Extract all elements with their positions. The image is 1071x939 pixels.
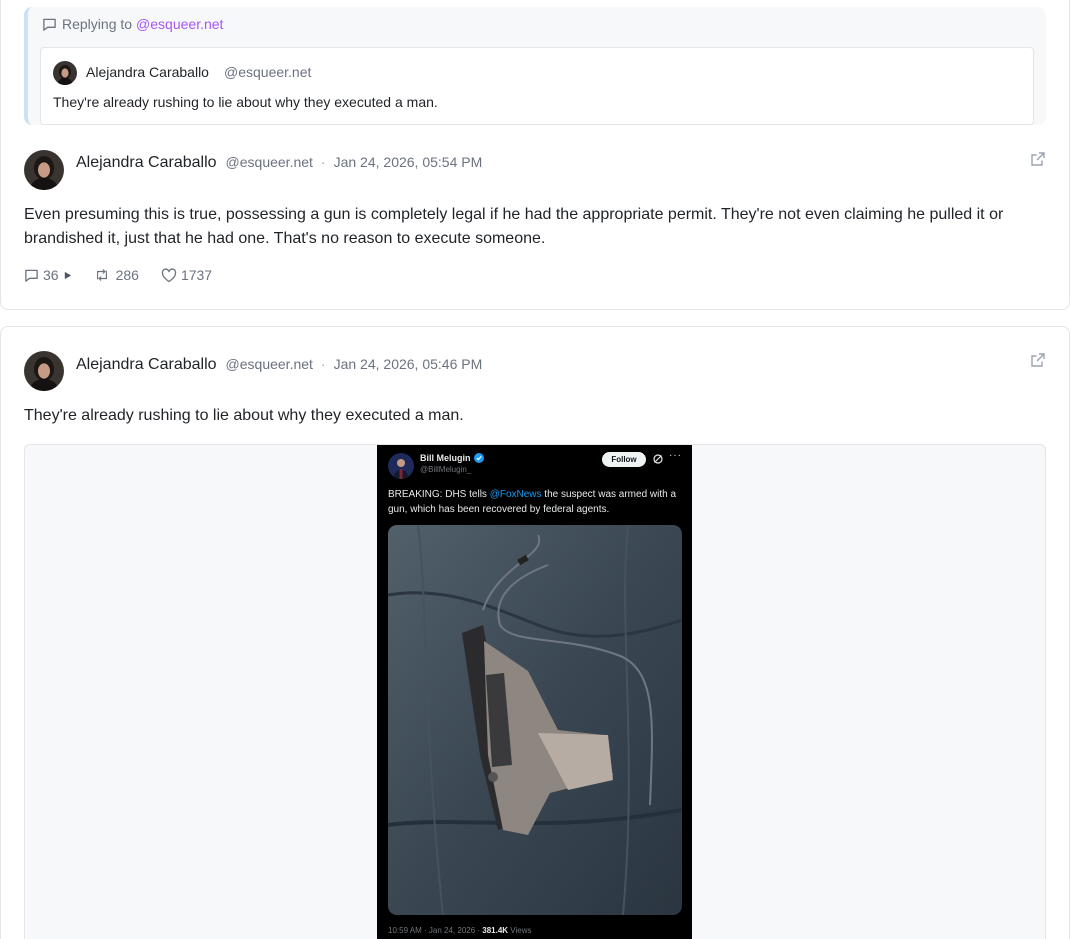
embed-follow-button: Follow (602, 452, 646, 467)
external-link-icon[interactable] (1030, 151, 1046, 167)
avatar[interactable] (24, 150, 64, 190)
reply-button[interactable]: 36 (24, 267, 72, 283)
quoted-author-name[interactable]: Alejandra Caraballo (86, 64, 209, 80)
avatar[interactable] (53, 61, 77, 85)
more-icon: ··· (669, 450, 682, 461)
reply-context: Replying to @esqueer.net Alejandra Carab… (24, 7, 1046, 125)
meta-separator: · (320, 154, 326, 170)
embed-tweet-text: BREAKING: DHS tells @FoxNews the suspect… (388, 489, 677, 515)
embed-author-handle: @BillMelugin_ (420, 465, 472, 474)
quoted-post[interactable]: Alejandra Caraballo @esqueer.net They're… (40, 47, 1034, 125)
embed-tweet-footer: 10:59 AM · Jan 24, 2026 · 381.4K Views (388, 926, 532, 935)
replying-to-line: Replying to @esqueer.net (42, 16, 223, 32)
post-card-reply: Replying to @esqueer.net Alejandra Carab… (0, 0, 1070, 310)
post-timestamp[interactable]: Jan 24, 2026, 05:46 PM (334, 356, 483, 372)
post-text: Even presuming this is true, possessing … (24, 206, 1004, 247)
post-card: Alejandra Caraballo @esqueer.net · Jan 2… (0, 326, 1070, 939)
post-media[interactable]: Bill Melugin @BillMelugin_ Follow ··· BR… (24, 444, 1046, 939)
post-meta: Alejandra Caraballo @esqueer.net · Jan 2… (76, 356, 482, 374)
grok-icon (653, 454, 663, 464)
embed-photo-handgun (388, 525, 682, 915)
author-handle[interactable]: @esqueer.net (226, 154, 313, 170)
meta-separator: · (320, 356, 326, 372)
embedded-tweet-screenshot: Bill Melugin @BillMelugin_ Follow ··· BR… (377, 445, 692, 939)
post-timestamp[interactable]: Jan 24, 2026, 05:54 PM (334, 154, 483, 170)
post-meta: Alejandra Caraballo @esqueer.net · Jan 2… (76, 154, 482, 172)
post-actions: 36 286 1737 (24, 267, 234, 283)
embed-author-name: Bill Melugin (420, 453, 484, 463)
author-name[interactable]: Alejandra Caraballo (76, 154, 217, 172)
repost-button[interactable]: 286 (94, 267, 139, 283)
quoted-author-handle[interactable]: @esqueer.net (224, 64, 311, 80)
repost-icon (96, 269, 107, 281)
author-name[interactable]: Alejandra Caraballo (76, 356, 217, 374)
heart-icon (161, 267, 177, 282)
quoted-post-text: They're already rushing to lie about why… (53, 94, 438, 110)
repost-count: 286 (115, 267, 139, 283)
like-count: 1737 (180, 267, 213, 283)
play-icon[interactable] (63, 271, 72, 280)
post-text: They're already rushing to lie about why… (24, 407, 464, 424)
replying-to-label: Replying to (62, 16, 133, 32)
external-link-icon[interactable] (1030, 352, 1046, 368)
comment-icon (25, 269, 38, 282)
author-handle[interactable]: @esqueer.net (226, 356, 313, 372)
like-button[interactable]: 1737 (161, 267, 212, 283)
embed-avatar (388, 453, 414, 479)
avatar[interactable] (24, 351, 64, 391)
reply-count: 36 (43, 267, 59, 283)
replying-to-handle-link[interactable]: @esqueer.net (136, 16, 223, 32)
verified-icon (473, 453, 484, 463)
comment-icon (43, 18, 56, 31)
